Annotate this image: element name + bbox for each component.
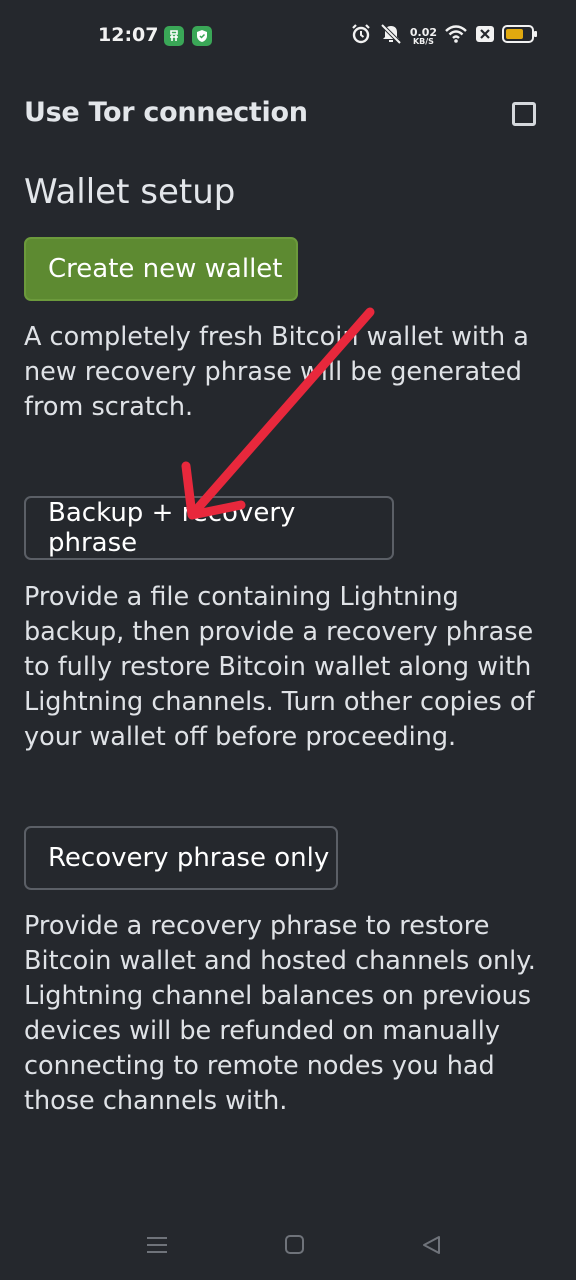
status-time: 12:07 bbox=[98, 24, 159, 46]
recovery-phrase-only-label: Recovery phrase only bbox=[48, 843, 330, 873]
recovery-phrase-only-button[interactable]: Recovery phrase only bbox=[24, 826, 338, 890]
backup-recovery-phrase-label: Backup + recovery phrase bbox=[48, 498, 296, 558]
back-triangle-icon[interactable] bbox=[420, 1234, 442, 1260]
backup-recovery-description: Provide a file containing Lightning back… bbox=[24, 582, 535, 752]
navigation-bar bbox=[0, 1210, 576, 1280]
menu-icon[interactable] bbox=[146, 1234, 168, 1260]
recovery-phrase-description: Provide a recovery phrase to restore Bit… bbox=[24, 911, 536, 1116]
create-new-wallet-button[interactable]: Create new wallet bbox=[24, 237, 298, 301]
tor-connection-label: Use Tor connection bbox=[24, 97, 308, 128]
system-icons: 0.02 KB/S bbox=[350, 22, 538, 50]
battery-icon bbox=[502, 25, 538, 47]
tor-connection-checkbox[interactable] bbox=[512, 102, 536, 126]
alarm-icon bbox=[350, 23, 372, 49]
screen: 12:07 0.02 KB/S Use Tor connection Walle… bbox=[0, 0, 576, 1280]
sim-off-icon bbox=[475, 25, 495, 47]
mute-icon bbox=[379, 23, 403, 49]
network-speed-unit: KB/S bbox=[412, 36, 434, 46]
status-bar: 12:07 0.02 KB/S bbox=[0, 0, 576, 72]
wallet-setup-title: Wallet setup bbox=[24, 172, 236, 212]
home-square-icon[interactable] bbox=[284, 1234, 306, 1260]
wifi-icon bbox=[444, 24, 468, 48]
backup-recovery-phrase-button[interactable]: Backup + recovery phrase bbox=[24, 496, 394, 560]
create-new-wallet-label: Create new wallet bbox=[48, 254, 283, 284]
create-wallet-description: A completely fresh Bitcoin wallet with a… bbox=[24, 322, 529, 422]
network-speed: 0.02 KB/S bbox=[410, 27, 437, 46]
app-notification-icon bbox=[164, 26, 184, 46]
shield-notification-icon bbox=[192, 26, 212, 46]
network-speed-value: 0.02 bbox=[409, 25, 437, 39]
